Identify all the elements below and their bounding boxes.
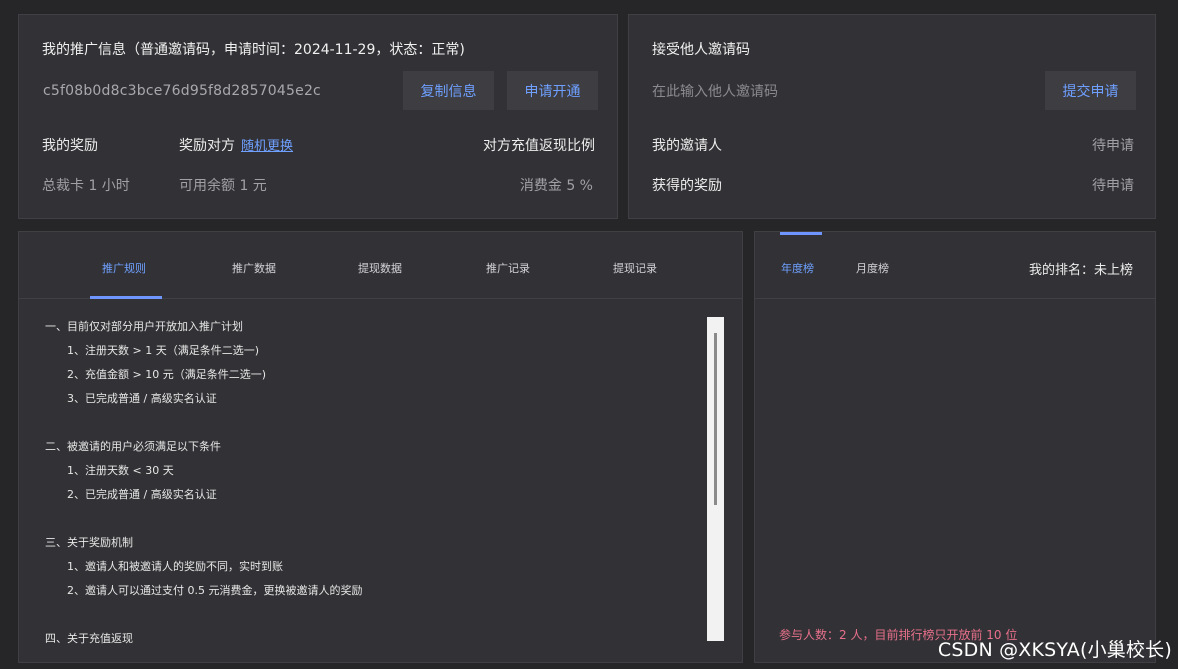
invite-code: c5f08b0d8c3bce76d95f8d2857045e2c	[43, 83, 321, 99]
rule-heading: 四、关于充值返现	[45, 632, 133, 645]
tab-yearly-ranking[interactable]: 年度榜	[781, 260, 814, 276]
rule-item: 2、充值金额 > 10 元（满足条件二选一)	[67, 368, 266, 381]
rules-scrollbar[interactable]	[707, 317, 724, 641]
partner-reward-value: 可用余额 1 元	[179, 178, 267, 194]
my-reward-label: 我的奖励	[42, 138, 98, 154]
ranking-panel: 年度榜 月度榜 我的排名：未上榜 参与人数：2 人，目前排行榜只开放前 10 位	[754, 231, 1156, 663]
active-tab-indicator	[780, 232, 822, 235]
rule-item: 1、注册天数 > 1 天（满足条件二选一)	[67, 344, 259, 357]
tab-withdraw-data[interactable]: 提现数据	[358, 260, 402, 276]
accept-invite-panel: 接受他人邀请码 提交申请 我的邀请人 待申请 获得的奖励 待申请	[628, 14, 1156, 219]
rules-content: 一、目前仅对部分用户开放加入推广计划 1、注册天数 > 1 天（满足条件二选一)…	[45, 320, 695, 664]
rule-item: 2、邀请人可以通过支付 0.5 元消费金，更换被邀请人的奖励	[67, 584, 363, 597]
cashback-ratio-value: 消费金 5 %	[519, 178, 593, 194]
tab-monthly-ranking[interactable]: 月度榜	[856, 260, 889, 276]
promotion-info-title: 我的推广信息（普通邀请码，申请时间：2024-11-29，状态：正常)	[42, 42, 465, 58]
promotion-info-panel: 我的推广信息（普通邀请码，申请时间：2024-11-29，状态：正常) c5f0…	[18, 14, 618, 219]
tab-promotion-rules[interactable]: 推广规则	[102, 260, 146, 276]
tab-withdraw-records[interactable]: 提现记录	[613, 260, 657, 276]
rule-heading: 二、被邀请的用户必须满足以下条件	[45, 440, 221, 453]
my-ranking: 我的排名：未上榜	[1028, 263, 1133, 278]
tab-promotion-records[interactable]: 推广记录	[486, 260, 530, 276]
partner-reward-label-group: 奖励对方 随机更换	[179, 135, 293, 155]
partner-reward-label: 奖励对方	[179, 138, 235, 154]
rule-item: 3、已完成普通 / 高级实名认证	[67, 392, 217, 405]
my-inviter-value: 待申请	[1092, 138, 1134, 154]
received-reward-label: 获得的奖励	[652, 178, 722, 194]
active-tab-indicator	[90, 296, 162, 299]
my-reward-value: 总裁卡 1 小时	[42, 178, 130, 194]
ranking-tab-bar: 年度榜 月度榜 我的排名：未上榜	[755, 232, 1155, 299]
rules-tab-bar: 推广规则 推广数据 提现数据 推广记录 提现记录	[19, 232, 742, 299]
copy-info-button[interactable]: 复制信息	[403, 71, 494, 110]
scrollbar-thumb[interactable]	[714, 333, 717, 505]
submit-application-button[interactable]: 提交申请	[1045, 71, 1136, 110]
rule-heading: 三、关于奖励机制	[45, 536, 133, 549]
cashback-ratio-label: 对方充值返现比例	[483, 138, 595, 154]
watermark: CSDN @XKSYA(小巢校长)	[937, 639, 1172, 661]
random-change-link[interactable]: 随机更换	[241, 139, 293, 154]
rule-heading: 一、目前仅对部分用户开放加入推广计划	[45, 320, 243, 333]
received-reward-value: 待申请	[1092, 178, 1134, 194]
apply-open-button[interactable]: 申请开通	[507, 71, 598, 110]
invite-code-input[interactable]	[652, 73, 1032, 111]
rule-item: 1、邀请人和被邀请人的奖励不同，实时到账	[67, 560, 283, 573]
promotion-rules-panel: 推广规则 推广数据 提现数据 推广记录 提现记录 一、目前仅对部分用户开放加入推…	[18, 231, 743, 663]
my-inviter-label: 我的邀请人	[652, 138, 722, 154]
tab-promotion-data[interactable]: 推广数据	[232, 260, 276, 276]
accept-invite-title: 接受他人邀请码	[652, 42, 750, 58]
rule-item: 2、已完成普通 / 高级实名认证	[67, 488, 217, 501]
rule-item: 1、注册天数 < 30 天	[67, 464, 174, 477]
